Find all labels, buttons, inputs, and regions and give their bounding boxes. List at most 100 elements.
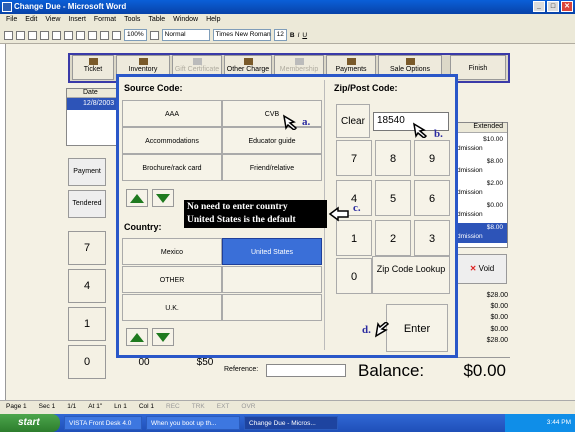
paste-icon[interactable] — [100, 30, 109, 40]
ticket-list-header: Date — [67, 89, 117, 98]
source-brochure-button[interactable]: Brochure/rack card — [122, 154, 222, 181]
extended-row[interactable]: $8.00 dmission — [457, 157, 507, 177]
pointer-hand-icon — [412, 122, 428, 138]
zoom-select[interactable]: 100% — [124, 29, 147, 41]
ticket-list: Date 12/8/2003 — [66, 88, 118, 146]
ticket-icon — [88, 58, 98, 65]
left-key-7[interactable]: 7 — [68, 231, 106, 265]
window-title-bar: Change Due - Microsoft Word _ □ ✕ — [0, 0, 575, 14]
total-value: $0.00 — [490, 314, 508, 322]
font-select[interactable]: Times New Roman — [212, 29, 271, 41]
spelling-icon[interactable] — [64, 30, 73, 40]
key-3[interactable]: 3 — [414, 220, 450, 256]
menu-table[interactable]: Table — [148, 16, 165, 25]
save-icon[interactable] — [28, 30, 37, 40]
print-preview-icon[interactable] — [52, 30, 61, 40]
country-mexico-button[interactable]: Mexico — [122, 238, 222, 265]
underline-button[interactable]: U — [302, 32, 307, 39]
key-5[interactable]: 5 — [375, 180, 411, 216]
menu-insert[interactable]: Insert — [68, 16, 86, 25]
extended-list: Extended $10.00 dmission $8.00 dmission $2… — [456, 122, 508, 248]
balance-label: Balance: — [358, 361, 425, 380]
key-1[interactable]: 1 — [336, 220, 372, 256]
arrow-up-icon — [130, 333, 144, 342]
source-accommodations-button[interactable]: Accommodations — [122, 127, 222, 154]
key-7[interactable]: 7 — [336, 140, 372, 176]
finish-button[interactable]: Finish — [450, 55, 506, 80]
help-icon[interactable] — [149, 30, 159, 40]
reference-label: Reference: — [224, 366, 259, 373]
ticket-button[interactable]: Ticket — [72, 55, 114, 80]
style-select[interactable]: Normal — [161, 29, 210, 41]
country-other-button[interactable]: OTHER — [122, 266, 222, 293]
annotation-b: b. — [434, 128, 443, 140]
extended-row-selected[interactable]: $8.00 dmission — [457, 223, 507, 243]
source-educator-guide-button[interactable]: Educator guide — [222, 127, 322, 154]
menu-help[interactable]: Help — [206, 16, 220, 25]
extended-row[interactable]: $10.00 dmission — [457, 135, 507, 155]
menu-format[interactable]: Format — [94, 16, 116, 25]
key-0[interactable]: 0 — [336, 258, 372, 294]
cut-icon[interactable] — [76, 30, 85, 40]
left-key-4[interactable]: 4 — [68, 269, 106, 303]
copy-icon[interactable] — [88, 30, 97, 40]
bold-button[interactable]: B — [290, 32, 295, 39]
country-scroll-down-button[interactable] — [152, 328, 174, 346]
menu-view[interactable]: View — [45, 16, 60, 25]
annotation-a: a. — [302, 116, 311, 128]
taskbar-item-vista[interactable]: VISTA Front Desk 4.0 — [64, 416, 142, 430]
status-column: Col 1 — [138, 403, 154, 410]
minimize-button[interactable]: _ — [533, 1, 545, 12]
country-scroll-up-button[interactable] — [126, 328, 148, 346]
reference-input[interactable] — [266, 364, 346, 377]
zip-code-label: Zip/Post Code: — [334, 83, 398, 93]
menu-window[interactable]: Window — [173, 16, 198, 25]
tendered-button[interactable]: Tendered — [68, 190, 106, 218]
italic-button[interactable]: I — [298, 32, 300, 39]
source-aaa-button[interactable]: AAA — [122, 100, 222, 127]
source-scroll-down-button[interactable] — [152, 189, 174, 207]
taskbar-item-document[interactable]: When you boot up th... — [146, 416, 240, 430]
void-x-icon: ✕ — [469, 264, 477, 273]
clear-button[interactable]: Clear — [336, 104, 370, 138]
menu-tools[interactable]: Tools — [124, 16, 140, 25]
menu-file[interactable]: File — [6, 16, 17, 25]
payment-button[interactable]: Payment — [68, 158, 106, 186]
status-rec: REC — [166, 403, 180, 410]
extended-row[interactable]: $0.00 dmission — [457, 201, 507, 221]
void-button[interactable]: ✕ Void — [457, 254, 507, 284]
callout-line-1: No need to enter country — [187, 202, 288, 212]
pointer-hand-icon — [328, 206, 349, 222]
country-empty-button[interactable] — [222, 294, 322, 321]
extended-row[interactable]: $2.00 dmission — [457, 179, 507, 199]
undo-icon[interactable] — [112, 30, 121, 40]
menu-edit[interactable]: Edit — [25, 16, 37, 25]
inventory-icon — [138, 58, 148, 65]
source-scroll-up-button[interactable] — [126, 189, 148, 207]
source-friend-button[interactable]: Friend/relative — [222, 154, 322, 181]
callout-line-2: United States is the default — [187, 215, 296, 225]
status-ovr: OVR — [241, 403, 256, 410]
taskbar-item-change-due[interactable]: Change Due - Micros... — [244, 416, 338, 430]
ticket-row[interactable]: 12/8/2003 — [67, 98, 117, 110]
source-code-label: Source Code: — [124, 83, 183, 93]
maximize-button[interactable]: □ — [547, 1, 559, 12]
font-size-select[interactable]: 12 — [273, 29, 287, 41]
zip-code-lookup-button[interactable]: Zip Code Lookup — [372, 256, 450, 294]
key-6[interactable]: 6 — [414, 180, 450, 216]
open-folder-icon[interactable] — [16, 30, 25, 40]
country-empty-button[interactable] — [222, 266, 322, 293]
key-9[interactable]: 9 — [414, 140, 450, 176]
close-button[interactable]: ✕ — [561, 1, 573, 12]
pointer-hand-icon — [374, 322, 390, 338]
new-document-icon[interactable] — [4, 30, 13, 40]
country-uk-button[interactable]: U.K. — [122, 294, 222, 321]
system-tray: 3:44 PM — [505, 414, 575, 432]
left-key-0[interactable]: 0 — [68, 345, 106, 379]
key-2[interactable]: 2 — [375, 220, 411, 256]
key-8[interactable]: 8 — [375, 140, 411, 176]
start-button[interactable]: start — [0, 414, 60, 432]
country-united-states-button[interactable]: United States — [222, 238, 322, 265]
print-icon[interactable] — [40, 30, 49, 40]
left-key-1[interactable]: 1 — [68, 307, 106, 341]
